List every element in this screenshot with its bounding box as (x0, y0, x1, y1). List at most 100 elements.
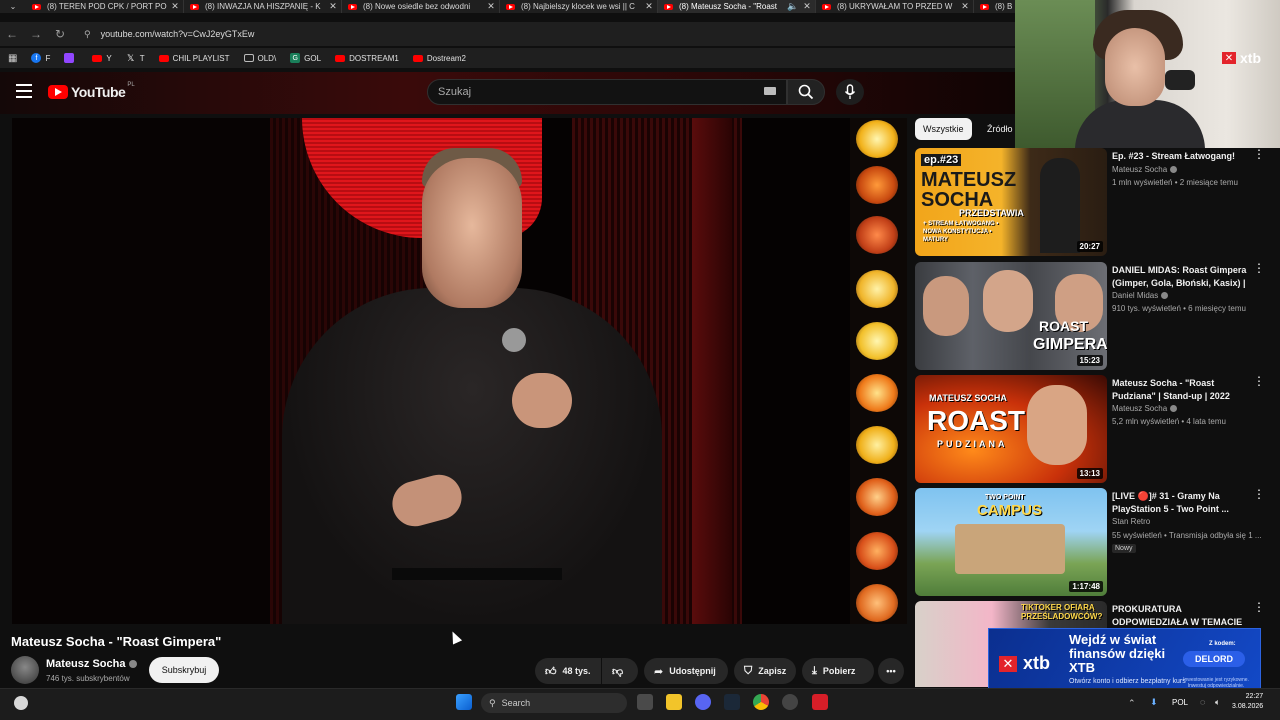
more-vertical-icon[interactable]: ⋮ (1253, 488, 1265, 500)
microphone-icon (844, 84, 856, 99)
recommendation-channel[interactable]: Daniel Midas (1112, 291, 1169, 300)
youtube-logo[interactable]: YouTube PL (48, 82, 135, 100)
performer-belt (392, 568, 562, 580)
recommendation-card[interactable]: ROAST GIMPERA 15:23 DANIEL MIDAS: Roast … (915, 262, 1275, 370)
bookmark-folder-old[interactable]: OLD\ (243, 54, 276, 63)
browser-tab[interactable]: (8) UKRYWAŁAM TO PRZED W ✕ (816, 0, 974, 13)
taskbar-search-placeholder: Search (501, 698, 531, 708)
recommendation-meta: 5,2 mln wyświetleń • 4 lata temu (1112, 417, 1226, 426)
tray-chevron-icon[interactable]: ⌃ (1128, 698, 1136, 709)
video-thumbnail[interactable]: ep.#23 MATEUSZ SOCHA PRZEDSTAWIA + STREA… (915, 148, 1107, 256)
keyboard-icon[interactable] (764, 87, 776, 95)
browser-tab[interactable]: (8) INWAZJA NA HISZPANIĘ - K ✕ (184, 0, 342, 13)
recommendation-channel[interactable]: Mateusz Socha (1112, 165, 1178, 174)
tab-audio-icon[interactable]: 🔈 (787, 1, 799, 12)
like-count: 48 tys. (562, 666, 591, 676)
recommendation-channel[interactable]: Mateusz Socha (1112, 404, 1178, 413)
video-duration: 1:17:48 (1069, 581, 1103, 592)
tab-title: (8) Mateusz Socha - "Roast (679, 2, 777, 11)
recommendation-card[interactable]: TWO POINT CAMPUS 1:17:48 [LIVE 🔴]# 31 - … (915, 488, 1275, 596)
app-icon[interactable] (782, 694, 798, 710)
thumbnail-person (1040, 158, 1080, 253)
video-thumbnail[interactable]: MATEUSZ SOCHA ROAST PUDZIANA 13:13 (915, 375, 1107, 483)
recommendation-card[interactable]: ep.#23 MATEUSZ SOCHA PRZEDSTAWIA + STREA… (915, 148, 1275, 256)
app-icon[interactable] (812, 694, 828, 710)
more-actions-button[interactable]: ••• (878, 658, 904, 684)
tab-close-icon[interactable]: ✕ (167, 1, 183, 12)
video-thumbnail[interactable]: TWO POINT CAMPUS 1:17:48 (915, 488, 1107, 596)
video-thumbnail[interactable]: ROAST GIMPERA 15:23 (915, 262, 1107, 370)
language-indicator[interactable]: POL (1172, 698, 1188, 707)
tab-close-icon[interactable]: ✕ (957, 1, 973, 12)
bookmark-twitch[interactable] (64, 53, 78, 63)
tab-close-icon[interactable]: ✕ (325, 1, 341, 12)
back-arrow-icon[interactable]: ← (0, 22, 24, 46)
tray-app-icon[interactable]: ⬇ (1150, 697, 1158, 708)
apps-grid-icon[interactable]: ▦ (8, 53, 17, 64)
headset (1165, 70, 1195, 90)
discord-icon[interactable] (695, 694, 711, 710)
search-input[interactable]: Szukaj (427, 79, 787, 105)
youtube-favicon-icon (980, 3, 989, 10)
channel-avatar[interactable] (11, 656, 39, 684)
search-button[interactable] (787, 79, 825, 105)
network-icon[interactable]: ◌ (1200, 697, 1205, 707)
tab-close-icon[interactable]: ✕ (641, 1, 657, 12)
forward-arrow-icon[interactable]: → (24, 22, 48, 46)
bookmark-dostream2[interactable]: Dostream2 (412, 54, 466, 63)
chip-all[interactable]: Wszystkie (915, 118, 972, 140)
dislike-button[interactable]: 👎︎ (602, 658, 638, 684)
bookmark-gol[interactable]: G GOL (290, 53, 321, 63)
widgets-icon[interactable] (14, 696, 28, 710)
tab-close-icon[interactable]: ✕ (483, 1, 499, 12)
bookmark-facebook[interactable]: fF (31, 53, 50, 63)
browser-tab[interactable]: (8) Najbielszy klocek we wsi || C ✕ (500, 0, 658, 13)
bookmark-x[interactable]: 𝕏T (126, 53, 145, 63)
more-vertical-icon[interactable]: ⋮ (1253, 375, 1265, 387)
browser-tab[interactable]: (8) TEREN POD CPK / PORT PO ✕ (26, 0, 184, 13)
recommendation-title[interactable]: Ep. #23 - Stream Łatwogang! (1112, 150, 1252, 163)
youtube-play-icon (48, 85, 68, 99)
recommendation-title[interactable]: Mateusz Socha - "Roast Pudziana" | Stand… (1112, 377, 1252, 403)
task-view-icon[interactable] (637, 694, 653, 710)
like-button[interactable]: 👍︎ 48 tys. (535, 658, 601, 684)
recommendation-card[interactable]: MATEUSZ SOCHA ROAST PUDZIANA 13:13 Mateu… (915, 375, 1275, 483)
download-button[interactable]: ⤓ Pobierz (802, 658, 874, 684)
more-vertical-icon[interactable]: ⋮ (1253, 601, 1265, 613)
video-player[interactable] (12, 118, 907, 624)
chrome-icon[interactable] (753, 694, 769, 710)
subscriber-count: 746 tys. subskrybentów (46, 674, 130, 683)
menu-hamburger-icon[interactable] (16, 84, 32, 98)
bookmark-dostream1[interactable]: DOSTREAM1 (335, 54, 399, 63)
recommendation-channel[interactable]: Stan Retro (1112, 517, 1150, 526)
url-field[interactable]: ⚲ youtube.com/watch?v=CwJ2eyGTxEw (78, 23, 1015, 45)
steam-icon[interactable] (724, 694, 740, 710)
recommendation-title[interactable]: PROKURATURA ODPOWIEDZIAŁA W TEMACIE ... (1112, 603, 1252, 629)
site-info-icon[interactable]: ⚲ (84, 29, 91, 40)
more-vertical-icon[interactable]: ⋮ (1253, 148, 1265, 160)
tab-close-icon[interactable]: ✕ (799, 1, 815, 12)
tab-search-chevron-icon[interactable]: ⌄ (0, 0, 26, 13)
browser-tab-active[interactable]: (8) Mateusz Socha - "Roast 🔈 ✕ (658, 0, 816, 13)
bookmark-youtube[interactable]: Y (92, 54, 112, 63)
recommendation-title[interactable]: [LIVE 🔴]# 31 - Gramy Na PlayStation 5 - … (1112, 490, 1252, 516)
recommendation-title[interactable]: DANIEL MIDAS: Roast Gimpera (Gimper, Gol… (1112, 264, 1252, 290)
voice-search-button[interactable] (836, 79, 864, 105)
file-explorer-icon[interactable] (666, 694, 682, 710)
volume-icon[interactable]: 🔈︎ (1215, 697, 1220, 708)
chip-source[interactable]: Źródło (987, 118, 1013, 140)
taskbar-search[interactable]: ⚲ Search (481, 693, 627, 713)
more-vertical-icon[interactable]: ⋮ (1253, 262, 1265, 274)
bookmark-chil-playlist[interactable]: CHIL PLAYLIST (158, 54, 230, 63)
clock[interactable]: 22:27 3.08.2026 (1232, 692, 1263, 712)
save-button[interactable]: ⛉ Zapisz (734, 658, 796, 684)
led-strip (692, 118, 732, 624)
reload-icon[interactable]: ↻ (48, 22, 72, 46)
channel-name-text: Daniel Midas (1112, 291, 1159, 300)
handheld-microphone (502, 328, 526, 352)
share-button[interactable]: ➦ Udostępnij (644, 658, 728, 684)
windows-start-icon[interactable] (456, 694, 472, 710)
channel-name[interactable]: Mateusz Socha (46, 658, 138, 670)
browser-tab[interactable]: (8) Nowe osiedle bez odwodni ✕ (342, 0, 500, 13)
subscribe-button[interactable]: Subskrybuj (149, 657, 219, 683)
